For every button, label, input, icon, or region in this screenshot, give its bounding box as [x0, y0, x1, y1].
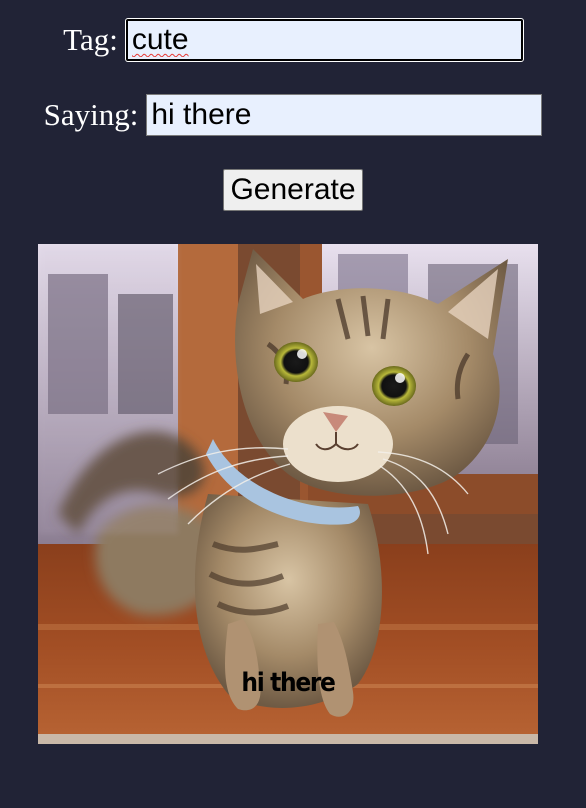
- tag-input[interactable]: [125, 19, 523, 61]
- saying-input[interactable]: [146, 94, 543, 136]
- image-caption: hi there: [241, 668, 336, 698]
- generated-cat-image: hi there: [38, 244, 538, 744]
- tag-label: Tag:: [63, 22, 118, 57]
- generate-button[interactable]: Generate: [223, 169, 363, 211]
- saying-label: Saying:: [43, 97, 139, 132]
- saying-row: Saying:: [0, 94, 586, 136]
- tag-row: Tag:: [0, 19, 586, 61]
- generate-row: Generate: [0, 169, 586, 211]
